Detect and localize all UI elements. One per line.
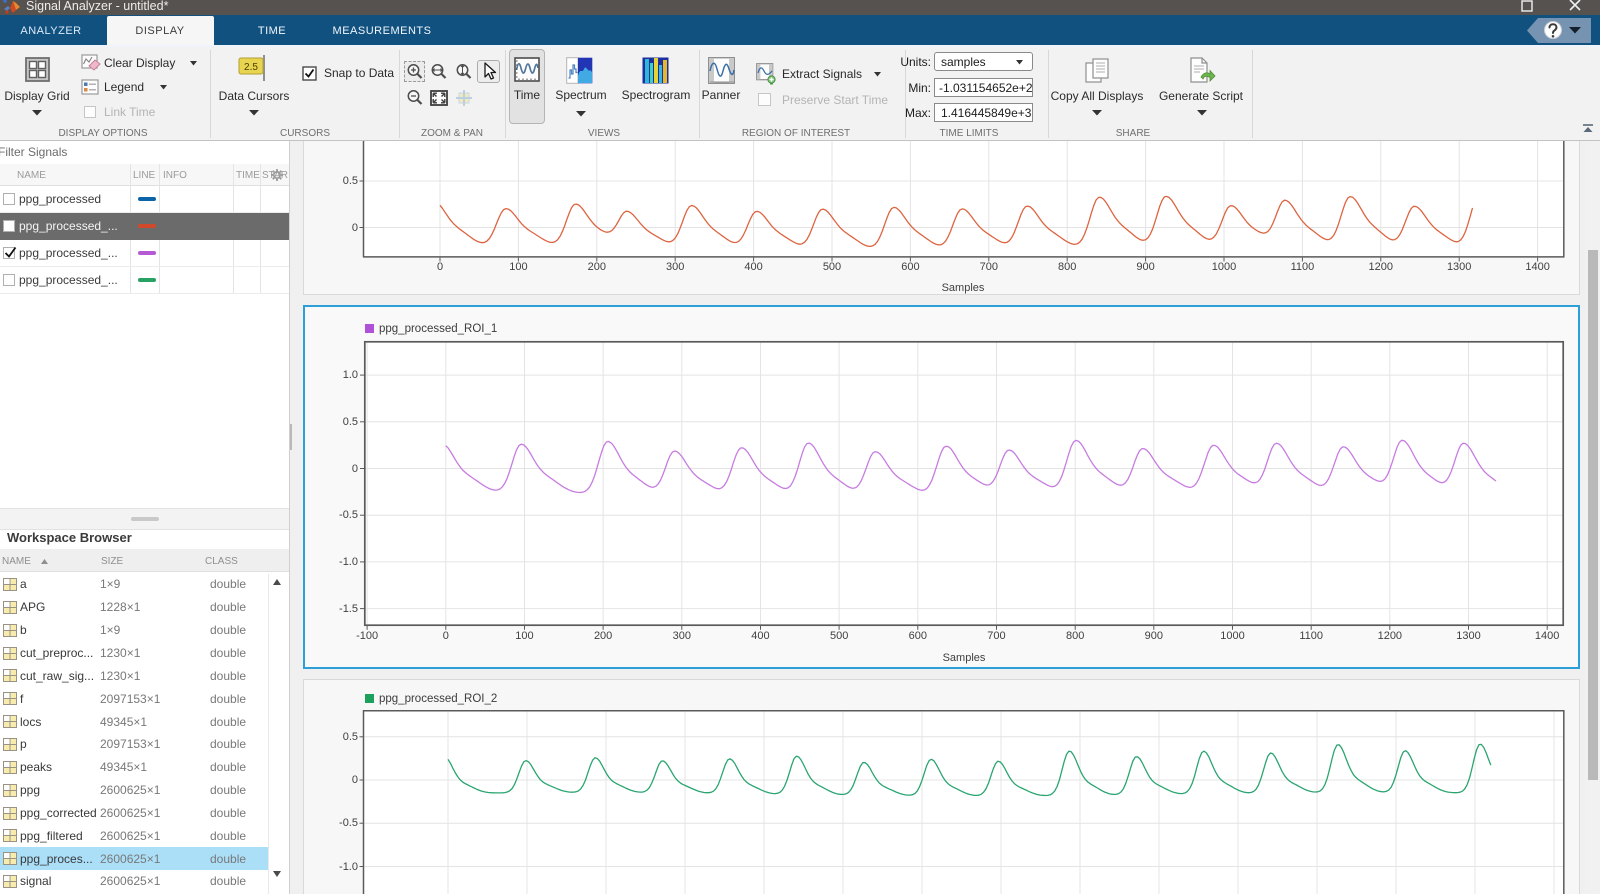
- svg-text:2.5: 2.5: [244, 62, 258, 73]
